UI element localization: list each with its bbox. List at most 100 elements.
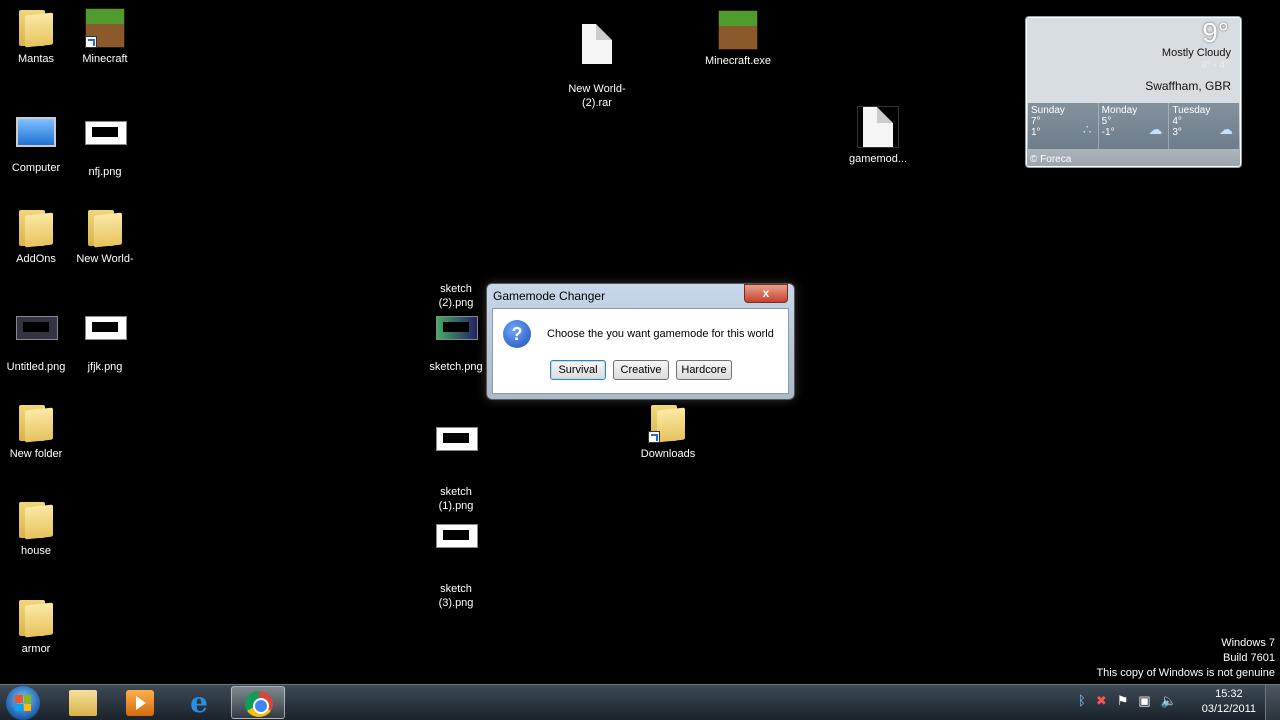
dialog-message: Choose the you want gamemode for this wo…	[547, 328, 774, 340]
taskbar-media-player[interactable]	[113, 686, 167, 719]
show-desktop-button[interactable]	[1265, 685, 1280, 720]
desktop-icon-label: Untitled.png	[6, 361, 66, 373]
taskbar-chrome[interactable]	[231, 686, 285, 719]
desktop-icon-label: Downloads	[640, 448, 696, 460]
taskbar-windows-explorer[interactable]	[56, 686, 110, 719]
clock-date: 03/12/2011	[1201, 703, 1256, 715]
action-center-flag-icon[interactable]: ⚑	[1117, 693, 1129, 709]
shortcut-arrow-icon	[648, 431, 660, 443]
desktop-icon-addons[interactable]: AddOns	[0, 208, 72, 266]
image-thumbnail-icon	[436, 427, 478, 451]
desktop-icon-nfj-png[interactable]: nfj.png	[69, 111, 141, 179]
chrome-icon	[245, 691, 273, 717]
internet-explorer-icon: e	[190, 686, 208, 719]
folder-icon	[19, 500, 53, 540]
desktop-icon-computer[interactable]: Computer	[0, 111, 72, 175]
desktop-icon-untitled-png[interactable]: Untitled.png	[0, 306, 72, 374]
forecast-day-name: Tuesday	[1172, 105, 1211, 116]
image-thumbnail-icon	[436, 316, 478, 340]
forecast-day-name: Monday	[1101, 105, 1138, 116]
desktop-icon-label: Minecraft.exe	[704, 55, 772, 67]
desktop-icon-label: nfj.png	[88, 166, 122, 178]
weather-temperature: 9°	[1202, 17, 1229, 48]
system-tray: ᛒ ✖ ⚑ ▣ 🔈	[1078, 693, 1177, 709]
desktop-icon-label: New folder	[9, 448, 63, 460]
folder-icon	[88, 208, 122, 248]
survival-button[interactable]: Survival	[550, 360, 606, 380]
desktop-icon-label: armor	[21, 643, 51, 655]
weather-condition: Mostly Cloudy	[1161, 47, 1231, 59]
java-file-icon	[863, 107, 893, 147]
clock[interactable]: 15:32 03/12/2011	[1202, 687, 1256, 717]
desktop-icon-sketch-3-png[interactable]: sketch (3).png	[420, 500, 492, 624]
desktop-icon-sketch-png[interactable]: sketch.png	[420, 306, 492, 374]
cloud-icon: ☁	[1148, 121, 1163, 137]
watermark-line: Build 7601	[1223, 652, 1275, 664]
hardcore-button[interactable]: Hardcore	[676, 360, 732, 380]
desktop-icon-label: Minecraft	[82, 53, 128, 65]
display-icon[interactable]: ▣	[1138, 693, 1150, 709]
desktop-icon-jfjk-png[interactable]: jfjk.png	[69, 306, 141, 374]
weather-range: 9° - 4°	[1200, 60, 1229, 71]
image-thumbnail-icon	[85, 316, 127, 340]
rain-icon: ∴	[1082, 121, 1092, 137]
desktop-icon-new-folder[interactable]: New folder	[0, 403, 72, 461]
media-player-icon	[126, 690, 154, 716]
taskbar-internet-explorer[interactable]: e	[172, 686, 226, 719]
desktop-icon-label: sketch.png	[429, 361, 483, 373]
creative-button[interactable]: Creative	[613, 360, 669, 380]
forecast-day-name: Sunday	[1031, 105, 1065, 116]
minecraft-grass-block-icon	[718, 10, 758, 50]
forecast-day: Monday 5° -1° ☁	[1099, 103, 1170, 149]
bluetooth-icon[interactable]: ᛒ	[1078, 693, 1086, 709]
weather-gadget[interactable]: 9° Mostly Cloudy 9° - 4° Swaffham, GBR S…	[1025, 16, 1242, 168]
weather-provider[interactable]: © Foreca	[1030, 154, 1071, 165]
desktop-icon-label: Computer	[11, 162, 61, 174]
watermark-line: Windows 7	[1221, 637, 1275, 649]
question-icon: ?	[503, 320, 531, 348]
desktop-icon-house[interactable]: house	[0, 500, 72, 558]
windows-logo-icon	[15, 695, 31, 711]
forecast-day: Tuesday 4° 3° ☁	[1169, 103, 1239, 149]
desktop-icon-label: New World-	[76, 253, 134, 265]
forecast-day: Sunday 7° 1° ∴	[1028, 103, 1099, 149]
dialog-title: Gamemode Changer	[493, 289, 606, 303]
desktop-icon-minecraft-exe[interactable]: Minecraft.exe	[702, 10, 774, 68]
computer-icon	[16, 117, 56, 147]
explorer-icon	[69, 690, 97, 716]
image-thumbnail-icon	[16, 316, 58, 340]
folder-icon	[19, 598, 53, 638]
desktop-icon-new-world[interactable]: New World-	[69, 208, 141, 266]
clock-time: 15:32	[1215, 688, 1243, 700]
desktop-icon-new-world-rar[interactable]: New World- (2).rar	[561, 10, 633, 124]
desktop-icon-downloads[interactable]: Downloads	[632, 403, 704, 461]
archive-file-icon	[582, 24, 612, 64]
folder-icon	[19, 403, 53, 443]
dialog-body: ? Choose the you want gamemode for this …	[492, 308, 789, 394]
start-button[interactable]	[6, 686, 40, 720]
gamemode-changer-dialog: Gamemode Changer x ? Choose the you want…	[486, 283, 795, 400]
user-folder-icon	[19, 8, 53, 48]
weather-city: Swaffham, GBR	[1145, 79, 1231, 93]
close-button[interactable]: x	[744, 284, 788, 303]
network-error-icon[interactable]: ✖	[1096, 693, 1107, 709]
desktop-icon-label: gamemod...	[848, 153, 908, 165]
desktop-icon-mantas[interactable]: Mantas	[0, 8, 72, 66]
image-thumbnail-icon	[85, 121, 127, 145]
taskbar: e ᛒ ✖ ⚑ ▣ 🔈 15:32 03/12/2011	[0, 684, 1280, 720]
desktop-icon-minecraft[interactable]: Minecraft	[69, 8, 141, 66]
desktop-icon-label: New World- (2).rar	[568, 83, 626, 109]
windows-watermark: Windows 7 Build 7601 This copy of Window…	[1096, 636, 1275, 681]
folder-icon	[19, 208, 53, 248]
desktop-icon-label: sketch (3).png	[438, 583, 474, 609]
image-thumbnail-icon	[436, 524, 478, 548]
weather-forecast: Sunday 7° 1° ∴ Monday 5° -1° ☁ Tuesday 4…	[1028, 103, 1239, 149]
shortcut-arrow-icon	[85, 36, 97, 48]
desktop-icon-armor[interactable]: armor	[0, 598, 72, 656]
cloud-icon: ☁	[1219, 121, 1234, 137]
desktop-icon-gamemode-jar[interactable]: gamemod...	[842, 106, 914, 166]
volume-icon[interactable]: 🔈	[1161, 693, 1177, 709]
watermark-line: This copy of Windows is not genuine	[1096, 667, 1275, 679]
desktop-icon-label: jfjk.png	[87, 361, 123, 373]
desktop-icon-label: AddOns	[16, 253, 56, 265]
